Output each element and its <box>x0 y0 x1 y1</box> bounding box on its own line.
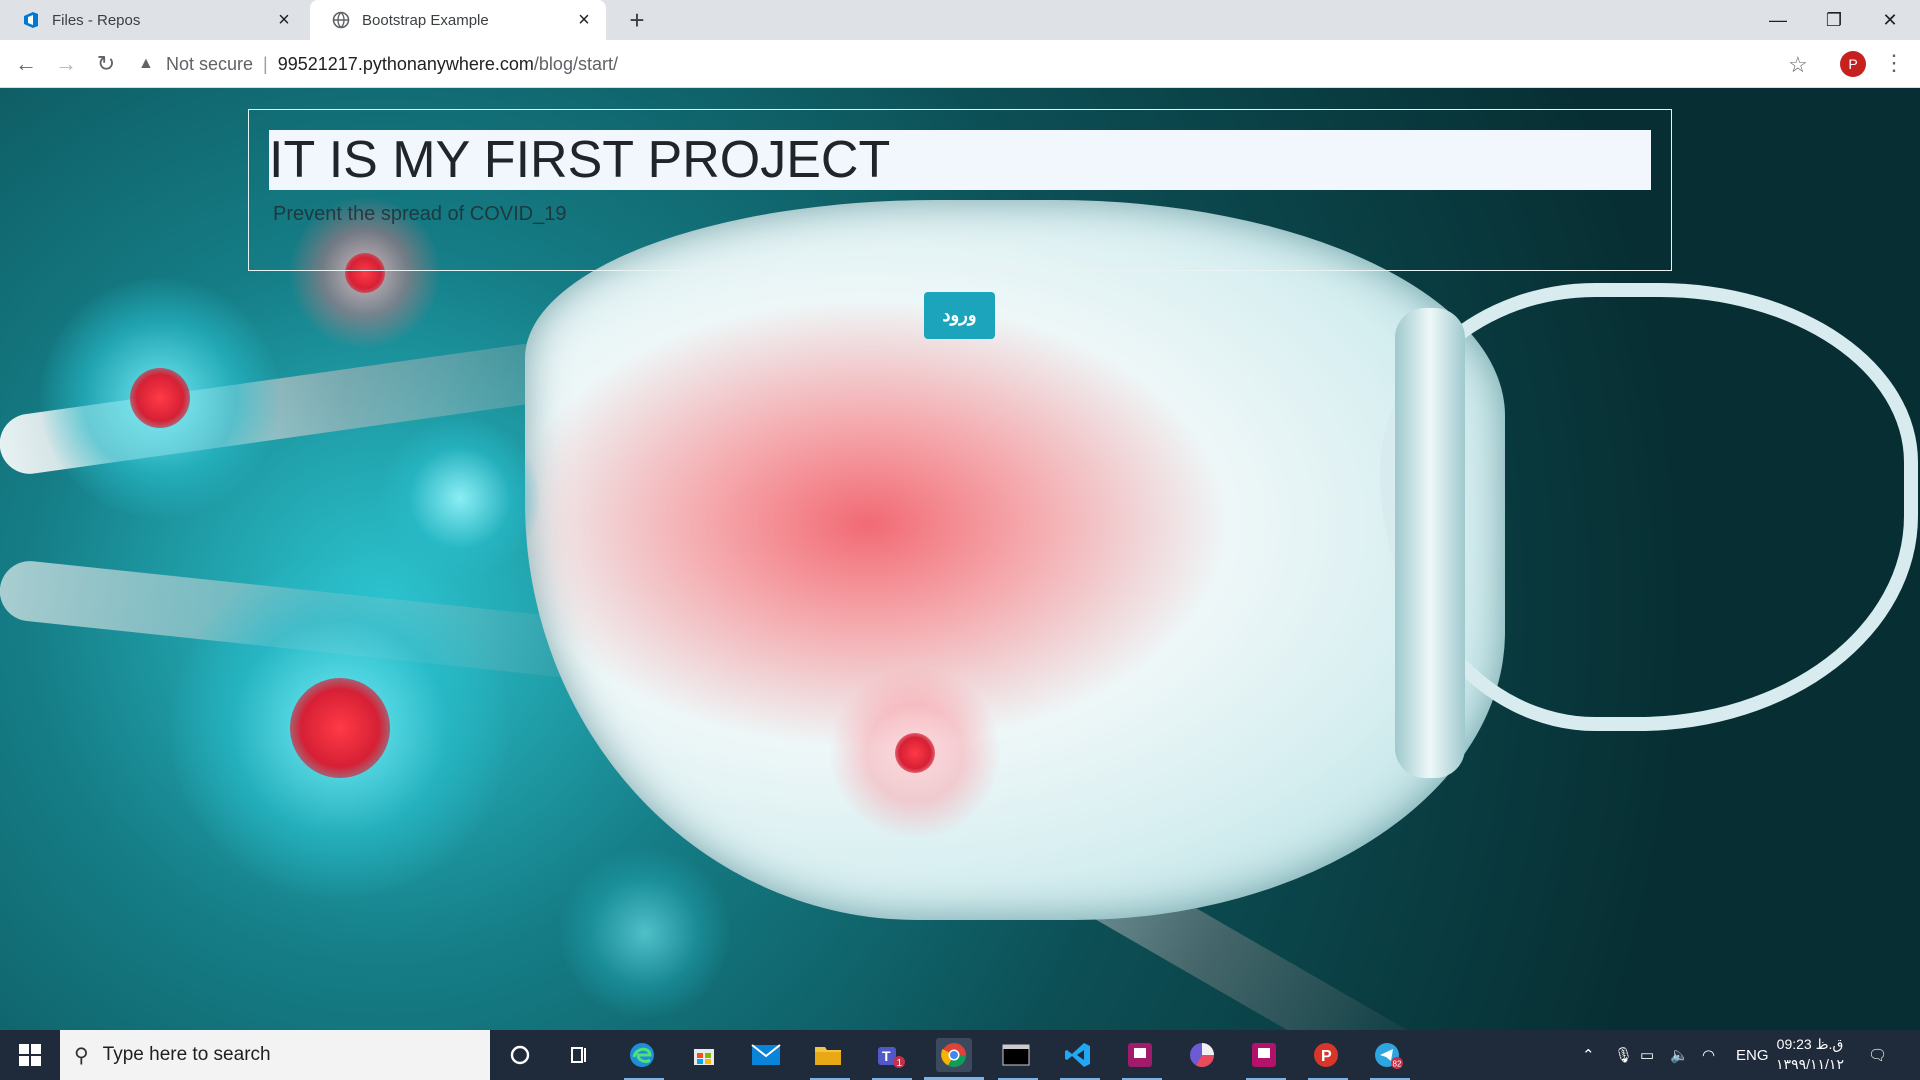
virus-image <box>830 668 1000 838</box>
taskbar-search-box[interactable]: ⚲ Type here to search <box>60 1030 490 1080</box>
address-bar[interactable]: ▲ Not secure | 99521217.pythonanywhere.c… <box>138 45 1818 83</box>
tab-label: Bootstrap Example <box>362 11 489 29</box>
tab-files-repos[interactable]: Files - Repos × <box>0 0 306 40</box>
edge-icon[interactable] <box>624 1038 660 1072</box>
microphone-icon[interactable]: 🎙 <box>1614 1030 1633 1080</box>
battery-icon[interactable]: ▭ <box>1640 1030 1654 1080</box>
svg-text:82: 82 <box>1393 1060 1402 1069</box>
security-label[interactable]: Not secure <box>166 54 253 75</box>
restore-icon[interactable]: ❐ <box>1806 0 1862 40</box>
wifi-icon[interactable]: ◠ <box>1702 1030 1715 1080</box>
show-hidden-icons[interactable]: ⌃ <box>1582 1030 1595 1080</box>
search-icon: ⚲ <box>74 1044 89 1067</box>
more-menu-icon[interactable]: ⋮ <box>1883 50 1905 76</box>
chrome-icon[interactable] <box>936 1038 972 1072</box>
browser-toolbar: ← → ↻ ▲ Not secure | 99521217.pythonanyw… <box>0 40 1920 88</box>
svg-text:T: T <box>882 1048 891 1064</box>
tab-strip: Files - Repos × Bootstrap Example × + — … <box>0 0 1920 40</box>
cortana-icon[interactable] <box>502 1038 538 1072</box>
windows-taskbar: ⚲ Type here to search T1 P 82 ⌃ 🎙 ▭ 🔈 ◠ … <box>0 1030 1920 1080</box>
chart-app-icon[interactable] <box>1184 1038 1220 1072</box>
file-explorer-icon[interactable] <box>810 1038 846 1072</box>
virus-image <box>560 848 730 1018</box>
clock-time: 09:23 ق.ظ <box>1776 1036 1844 1052</box>
app-icon-2[interactable] <box>1246 1038 1282 1072</box>
svg-text:1: 1 <box>897 1058 903 1069</box>
tab-bootstrap-example[interactable]: Bootstrap Example × <box>310 0 606 40</box>
terminal-icon[interactable] <box>998 1038 1034 1072</box>
close-tab-icon[interactable]: × <box>274 9 294 31</box>
telegram-icon[interactable]: 82 <box>1370 1038 1406 1072</box>
back-icon[interactable]: ← <box>8 46 44 82</box>
page-subtitle: Prevent the spread of COVID_19 <box>273 203 567 225</box>
login-button[interactable]: ورود <box>924 292 995 339</box>
svg-text:P: P <box>1321 1048 1332 1065</box>
p-app-icon[interactable]: P <box>1308 1038 1344 1072</box>
close-tab-icon[interactable]: × <box>574 9 594 31</box>
notifications-icon[interactable]: 🗨 <box>1868 1030 1887 1080</box>
profile-avatar[interactable]: P <box>1840 51 1866 77</box>
mask-hem <box>1395 308 1465 778</box>
divider: | <box>263 53 268 74</box>
task-view-icon[interactable] <box>562 1038 598 1072</box>
azure-devops-icon <box>22 11 40 29</box>
forward-icon[interactable]: → <box>48 46 84 82</box>
globe-icon <box>332 11 350 29</box>
reload-icon[interactable]: ↻ <box>88 46 124 82</box>
teams-icon[interactable]: T1 <box>872 1038 908 1072</box>
page-title: IT IS MY FIRST PROJECT <box>269 130 1651 190</box>
app-icon[interactable] <box>1122 1038 1158 1072</box>
store-icon[interactable] <box>686 1038 722 1072</box>
virus-image <box>380 418 540 578</box>
url-host: 99521217.pythonanywhere.com <box>277 53 534 74</box>
vscode-icon[interactable] <box>1060 1038 1096 1072</box>
search-placeholder: Type here to search <box>102 1044 271 1065</box>
new-tab-button[interactable]: + <box>623 5 651 35</box>
url-path: /blog/start/ <box>533 53 618 74</box>
face-mask-image <box>525 200 1505 920</box>
bookmark-star-icon[interactable]: ☆ <box>1788 52 1808 78</box>
mail-icon[interactable] <box>748 1038 784 1072</box>
clock[interactable]: 09:23 ق.ظ ۱۳۹۹/۱۱/۱۲ <box>1762 1034 1858 1074</box>
minimize-icon[interactable]: — <box>1750 0 1806 40</box>
tab-label: Files - Repos <box>52 11 141 29</box>
virus-image <box>170 558 510 898</box>
volume-icon[interactable]: 🔈 <box>1670 1030 1689 1080</box>
clock-date: ۱۳۹۹/۱۱/۱۲ <box>1776 1056 1844 1072</box>
windows-start-icon[interactable] <box>0 1030 60 1080</box>
close-window-icon[interactable]: ✕ <box>1862 0 1918 40</box>
virus-image <box>40 278 280 518</box>
warning-icon[interactable]: ▲ <box>138 55 158 73</box>
